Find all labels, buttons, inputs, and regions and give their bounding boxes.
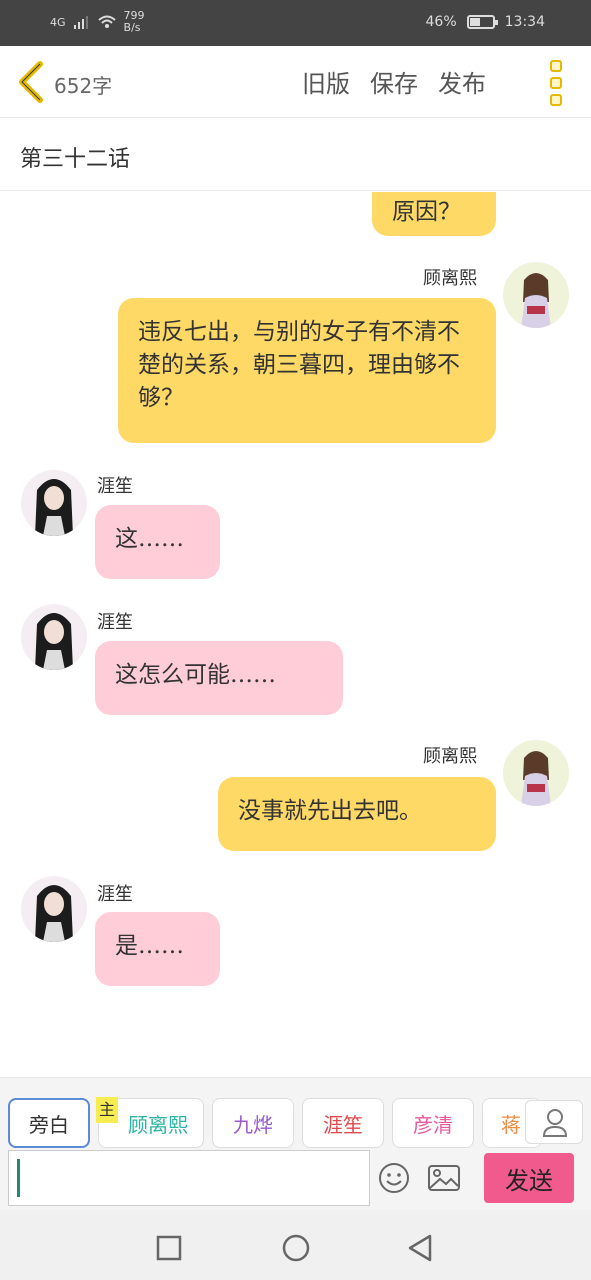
character-label: 九烨: [233, 1112, 273, 1137]
speaker-name: 顾离熙: [423, 746, 477, 767]
speaker-name: 涯笙: [97, 884, 133, 905]
emoji-icon[interactable]: [378, 1162, 410, 1194]
message-bubble[interactable]: 没事就先出去吧。: [218, 777, 496, 851]
character-chip-ya-sheng[interactable]: 涯笙: [302, 1098, 384, 1148]
avatar-ya-sheng[interactable]: [21, 470, 87, 536]
message-text: 这……: [115, 526, 184, 552]
message-text: 违反七出，与别的女子有不清不楚的关系，朝三暮四，理由够不够？: [138, 319, 460, 411]
speed-unit: B/s: [123, 21, 141, 34]
message-bubble[interactable]: 原因？: [372, 192, 496, 236]
character-label: 旁白: [29, 1112, 69, 1137]
message-bubble[interactable]: 是……: [95, 912, 220, 986]
text-cursor: [17, 1159, 20, 1197]
clock: 13:34: [504, 14, 545, 30]
character-label: 涯笙: [323, 1112, 363, 1137]
message-input[interactable]: [8, 1150, 370, 1206]
avatar-gu-lixi[interactable]: [503, 740, 569, 806]
character-label: 彦清: [413, 1112, 453, 1137]
save-button[interactable]: 保存: [370, 64, 418, 99]
recent-apps-icon[interactable]: [155, 1234, 183, 1262]
back-icon[interactable]: [406, 1233, 434, 1263]
old-version-button[interactable]: 旧版: [302, 64, 350, 99]
message-bubble[interactable]: 违反七出，与别的女子有不清不楚的关系，朝三暮四，理由够不够？: [118, 298, 496, 443]
send-button[interactable]: 发送: [484, 1153, 574, 1203]
avatar-gu-lixi[interactable]: [503, 262, 569, 328]
person-icon: [542, 1109, 568, 1137]
back-arrow-icon[interactable]: [14, 60, 50, 104]
message-bubble[interactable]: 这……: [95, 505, 220, 579]
character-chip-narrator[interactable]: 旁白: [8, 1098, 90, 1148]
chapter-title-bar[interactable]: 第三十二话: [0, 119, 591, 191]
message-text: 是……: [115, 933, 184, 959]
wifi-icon: [97, 15, 116, 28]
network-label: 4G: [50, 15, 66, 29]
speaker-name: 涯笙: [97, 476, 133, 497]
speaker-name: 涯笙: [97, 612, 133, 633]
battery-percent: 46%: [425, 14, 457, 30]
battery-icon: [466, 15, 498, 29]
message-text: 没事就先出去吧。: [238, 798, 422, 824]
system-nav-bar: [0, 1210, 591, 1280]
signal-icon: [73, 16, 88, 29]
avatar-ya-sheng[interactable]: [21, 876, 87, 942]
message-bubble[interactable]: 这怎么可能……: [95, 641, 343, 715]
status-bar: 4G 799 B/s 46% 13:34: [0, 0, 591, 46]
publish-button[interactable]: 发布: [438, 64, 486, 99]
message-text: 原因？: [392, 199, 461, 225]
avatar-ya-sheng[interactable]: [21, 604, 87, 670]
editor-header: 652字 旧版 保存 发布: [0, 46, 591, 118]
chat-area[interactable]: 原因？ 顾离熙 违反七出，与别的女子有不清不楚的关系，朝三暮四，理由够不够？ 涯…: [0, 192, 591, 1076]
character-label: 蒋: [501, 1112, 521, 1137]
image-icon[interactable]: [427, 1164, 461, 1192]
main-character-badge: 主: [96, 1097, 118, 1123]
character-chip-yan-qing[interactable]: 彦清: [392, 1098, 474, 1148]
character-label: 顾离熙: [128, 1112, 188, 1137]
chapter-title: 第三十二话: [20, 147, 131, 172]
speaker-name: 顾离熙: [423, 268, 477, 289]
add-character-button[interactable]: [525, 1100, 583, 1144]
more-menu-icon[interactable]: [550, 60, 566, 106]
home-icon[interactable]: [281, 1233, 311, 1263]
message-text: 这怎么可能……: [115, 662, 276, 688]
character-chip-jiu-ye[interactable]: 九烨: [212, 1098, 294, 1148]
composer-toolbar: 旁白 顾离熙 主 九烨 涯笙 彦清 蒋 发送: [0, 1077, 591, 1210]
word-count: 652字: [54, 74, 113, 98]
